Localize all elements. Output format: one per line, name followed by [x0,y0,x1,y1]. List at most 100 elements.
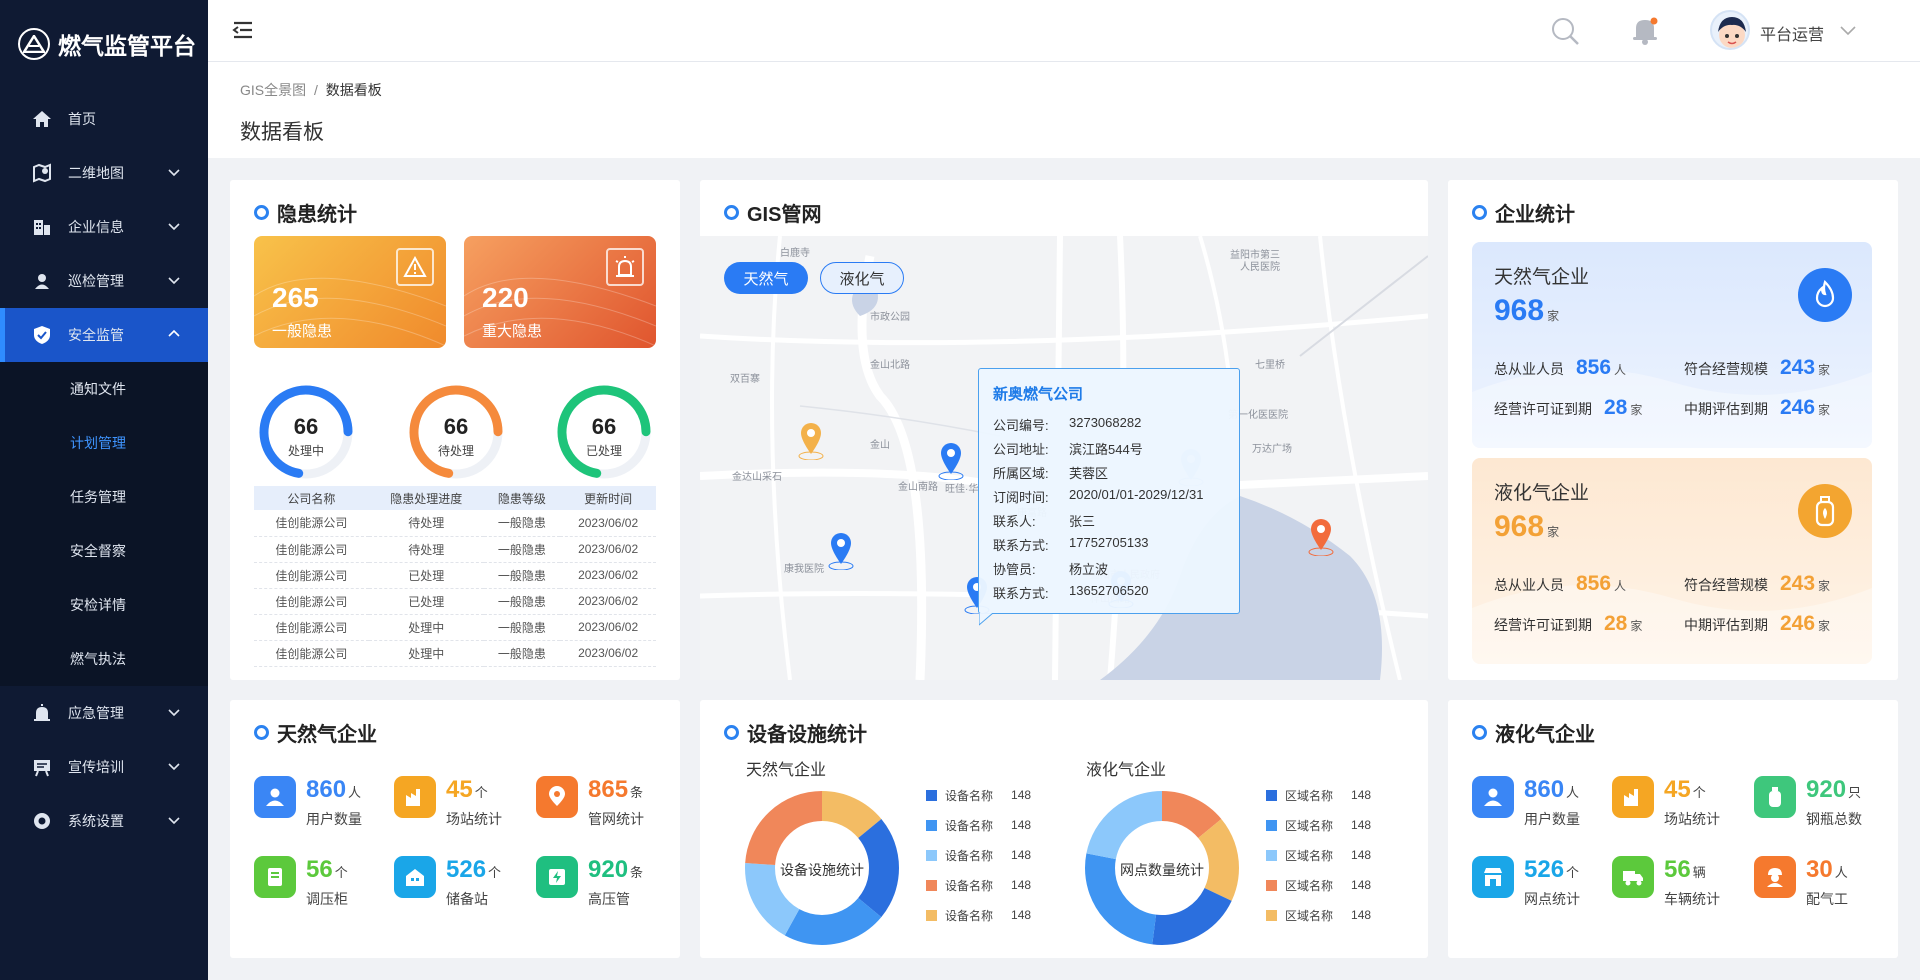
metric-label: 场站统计 [1664,811,1720,827]
avatar[interactable] [1710,10,1750,50]
map-icon [32,163,52,183]
user-name[interactable]: 平台运营 [1760,21,1824,45]
sidebar-subitem-plan[interactable]: 计划管理 [0,416,208,470]
legend-name: 区域名称 [1285,818,1334,833]
tab-natural-gas[interactable]: 天然气 [724,262,808,294]
legend-item[interactable]: 设备名称 148 [926,810,1031,840]
metric-item[interactable]: 865 条管网统计 [536,776,644,829]
natural-gas-enterprise-box[interactable]: 天然气企业 968 家 总从业人员 856 人符合经营规模 243 家经营许可证到期 28 家… [1472,242,1872,448]
table-row[interactable]: 佳创能源公司 已处理 一般隐患 2023/06/02 [254,562,656,589]
notification-bell-icon[interactable] [1630,14,1660,46]
lpg-enterprise-box[interactable]: 液化气企业 968 家 总从业人员 856 人符合经营规模 243 家经营许可证到期 28 家… [1472,458,1872,664]
popup-key: 协管员: [993,562,1036,577]
metric-value: 30 [1806,856,1833,883]
table-row[interactable]: 佳创能源公司 已处理 一般隐患 2023/06/02 [254,588,656,615]
general-hazard-value: 265 [272,282,319,313]
popup-row: 联系方式: 13652706520 [993,583,1149,602]
metric-item[interactable]: 860 人用户数量 [254,776,362,829]
sidebar-item-emergency[interactable]: 应急管理 [0,686,208,740]
map-pin-blue[interactable] [828,532,854,570]
popup-key: 联系方式: [993,538,1049,553]
table-row[interactable]: 佳创能源公司 待处理 一般隐患 2023/06/02 [254,510,656,537]
sidebar-item-home[interactable]: 首页 [0,92,208,146]
stat-value: 28 [1604,396,1628,419]
major-hazard-label: 重大隐患 [482,323,543,340]
legend-item[interactable]: 设备名称 148 [926,780,1031,810]
breadcrumb-current: 数据看板 [325,82,382,98]
map-label: 金达山采石 [732,472,782,483]
legend-name: 设备名称 [945,908,994,923]
general-hazard-box[interactable]: 265 一般隐患 [254,236,446,348]
map-label: 白鹿寺 [780,248,810,259]
tab-lpg[interactable]: 液化气 [820,262,904,294]
legend-item[interactable]: 区域名称 148 [1266,900,1371,930]
metric-item[interactable]: 526 个储备站 [394,856,501,909]
breadcrumb-root[interactable]: GIS全景图 [240,82,306,98]
metric-value: 56 [306,856,333,883]
sidebar: 燃气监管平台 首页 二维地图 企业信息 巡检管理 安全监管 通知文件 计划管理 … [0,0,208,980]
legend-item[interactable]: 区域名称 148 [1266,810,1371,840]
metric-item[interactable]: 920 条高压管 [536,856,643,909]
table-row[interactable]: 佳创能源公司 处理中 一般隐患 2023/06/02 [254,640,656,667]
table-cell-company: 佳创能源公司 [254,562,369,589]
enterprise-stat: 总从业人员 856 人 [1494,356,1626,380]
metric-label: 储备站 [446,891,488,907]
metric-value-row: 920 条 [588,856,643,887]
card-title-text: 天然气企业 [277,724,377,746]
metric-label: 钢瓶总数 [1806,811,1862,827]
metric-unit: 条 [630,865,644,880]
metric-item[interactable]: 45 个场站统计 [394,776,502,829]
metric-item[interactable]: 526 个网点统计 [1472,856,1580,909]
stat-unit: 家 [1630,619,1643,633]
sidebar-item-settings[interactable]: 系统设置 [0,794,208,848]
table-cell-progress: 已处理 [368,588,484,615]
table-row[interactable]: 佳创能源公司 待处理 一般隐患 2023/06/02 [254,536,656,563]
metric-value-row: 920 只 [1806,776,1862,807]
search-icon[interactable] [1550,16,1580,46]
legend-item[interactable]: 区域名称 148 [1266,780,1371,810]
metric-item[interactable]: 56 个调压柜 [254,856,348,909]
popup-row: 公司地址: 滨江路544号 [993,439,1143,458]
menu-collapse-icon[interactable] [232,20,254,40]
table-row[interactable]: 佳创能源公司 处理中 一般隐患 2023/06/02 [254,614,656,641]
breadcrumb: GIS全景图 / 数据看板 [240,80,382,100]
map-pin-red[interactable] [1308,518,1334,556]
sidebar-subitem-enforcement[interactable]: 燃气执法 [0,632,208,686]
gas-cylinder-icon [1798,484,1852,538]
map-pin-blue[interactable] [938,442,964,480]
metric-item[interactable]: 56 辆车辆统计 [1612,856,1720,909]
sidebar-item-safety[interactable]: 安全监管 [0,308,208,362]
metric-item[interactable]: 920 只钢瓶总数 [1754,776,1862,829]
sidebar-item-2d-map[interactable]: 二维地图 [0,146,208,200]
legend-item[interactable]: 区域名称 148 [1266,840,1371,870]
major-hazard-box[interactable]: 220 重大隐患 [464,236,656,348]
metric-unit: 个 [334,865,348,880]
stat-key: 经营许可证到期 [1494,401,1592,417]
home-icon [32,109,52,129]
legend-item[interactable]: 设备名称 148 [926,900,1031,930]
metric-value: 920 [588,856,629,883]
sidebar-subitem-supervision[interactable]: 安全督察 [0,524,208,578]
chevron-down-icon[interactable] [1840,24,1856,38]
sidebar-subitem-notice[interactable]: 通知文件 [0,362,208,416]
legend-item[interactable]: 设备名称 148 [926,870,1031,900]
company-info-popup[interactable]: 新奥燃气公司 公司编号: 3273068282 公司地址: 滨江路544号 所属区域: 芙… [978,368,1240,626]
table-header: 公司名称 [254,486,369,510]
table-cell-date: 2023/06/02 [560,536,656,563]
cylinder-icon [1754,776,1796,818]
gis-map[interactable]: 天然气 液化气 白鹿寺益阳市第三人民医院七里桥第一化医医院万达广场益阳市人民政府… [700,236,1428,680]
metric-item[interactable]: 860 人用户数量 [1472,776,1580,829]
legend-item[interactable]: 设备名称 148 [926,840,1031,870]
cabinet-icon [254,856,296,898]
stat-value: 856 [1576,572,1612,595]
legend-item[interactable]: 区域名称 148 [1266,870,1371,900]
metric-item[interactable]: 30 人配气工 [1754,856,1848,909]
metric-label: 场站统计 [446,811,502,827]
sidebar-subitem-check-detail[interactable]: 安检详情 [0,578,208,632]
map-pin-orange[interactable] [798,422,824,460]
sidebar-item-training[interactable]: 宣传培训 [0,740,208,794]
sidebar-subitem-task[interactable]: 任务管理 [0,470,208,524]
sidebar-item-enterprise[interactable]: 企业信息 [0,200,208,254]
sidebar-item-inspection[interactable]: 巡检管理 [0,254,208,308]
metric-item[interactable]: 45 个场站统计 [1612,776,1720,829]
